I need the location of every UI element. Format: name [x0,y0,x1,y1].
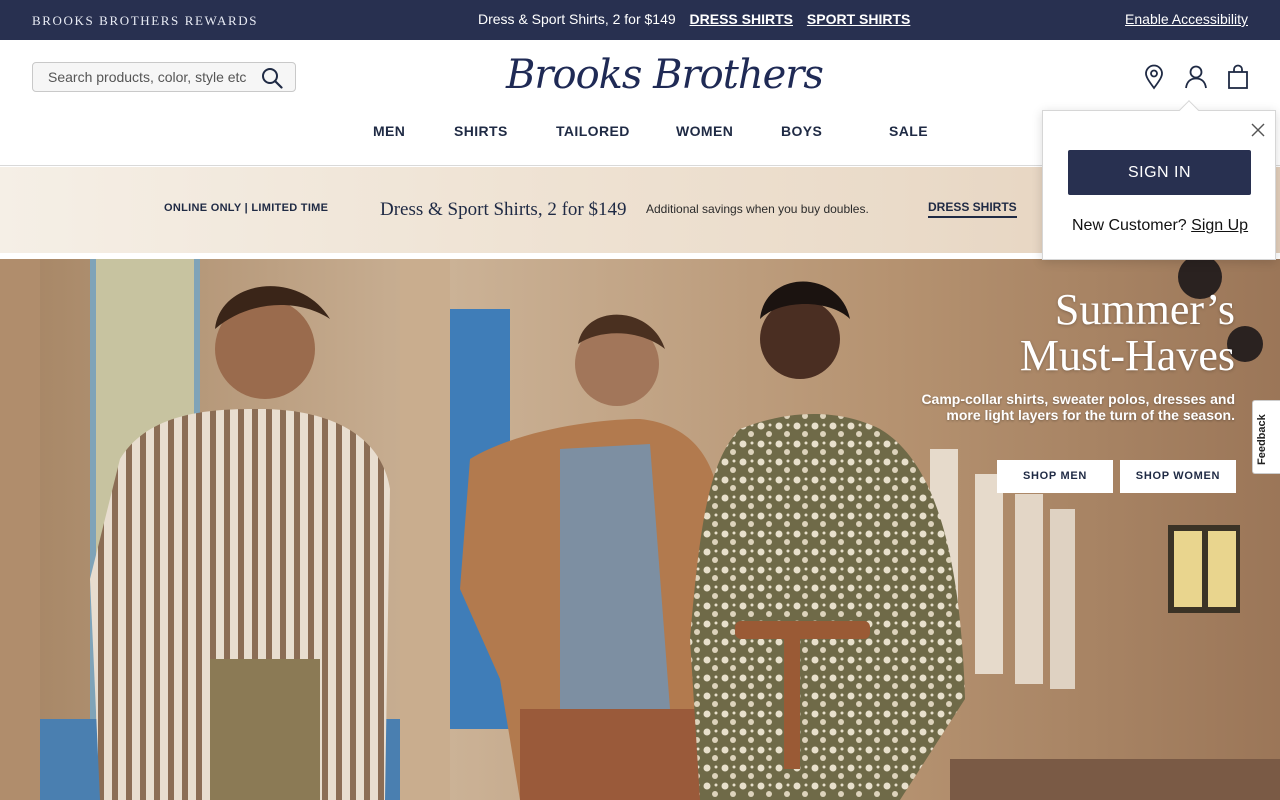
feedback-label: Feedback [1256,414,1268,465]
nav-sale[interactable]: SALE [889,123,939,139]
top-promo-bar: BROOKS BROTHERS REWARDS Dress & Sport Sh… [0,0,1280,40]
top-sport-shirts-link[interactable]: SPORT SHIRTS [807,11,910,27]
top-dress-shirts-link[interactable]: DRESS SHIRTS [690,11,793,27]
nav-men[interactable]: MEN [373,123,454,139]
rewards-link[interactable]: BROOKS BROTHERS REWARDS [32,13,258,29]
search-icon[interactable] [261,67,283,89]
promo-subtext: Additional savings when you buy doubles. [646,202,869,216]
feedback-tab[interactable]: Feedback [1252,400,1280,474]
promo-eyebrow: ONLINE ONLY | LIMITED TIME [164,202,329,214]
hero-banner[interactable]: Summer’s Must-Haves Camp-collar shirts, … [0,259,1280,800]
new-customer-text: New Customer? Sign Up [1072,217,1248,235]
header-icons [1142,64,1250,90]
hero-copy: Summer’s Must-Haves Camp-collar shirts, … [905,287,1235,424]
top-promo-text: Dress & Sport Shirts, 2 for $149 [478,11,676,27]
main-navigation: MEN SHIRTS TAILORED WOMEN BOYS SALE [373,123,939,139]
location-pin-icon[interactable] [1142,64,1166,90]
signin-popover: SIGN IN New Customer? Sign Up [1042,100,1276,260]
nav-tailored[interactable]: TAILORED [556,123,676,139]
nav-boys[interactable]: BOYS [781,123,889,139]
sign-up-link[interactable]: Sign Up [1191,217,1248,234]
nav-shirts[interactable]: SHIRTS [454,123,556,139]
brooks-brothers-logo[interactable]: Brooks Brothers [506,52,824,104]
shopping-bag-icon[interactable] [1226,64,1250,90]
hero-title-line-1: Summer’s [1054,285,1235,334]
search-box [32,62,296,92]
hero-title: Summer’s Must-Haves [905,287,1235,379]
top-promo: Dress & Sport Shirts, 2 for $149 DRESS S… [478,11,910,27]
sign-in-button[interactable]: SIGN IN [1068,150,1251,195]
account-icon[interactable] [1184,64,1208,90]
new-customer-label: New Customer? [1072,217,1187,234]
hero-buttons: SHOP MEN SHOP WOMEN [997,460,1236,493]
search-input[interactable] [33,63,261,91]
promo-headline: Dress & Sport Shirts, 2 for $149 [380,199,627,220]
close-icon[interactable] [1251,123,1265,137]
promo-dress-shirts-link[interactable]: DRESS SHIRTS [928,200,1017,218]
nav-women[interactable]: WOMEN [676,123,781,139]
hero-description: Camp-collar shirts, sweater polos, dress… [921,391,1235,423]
enable-accessibility-link[interactable]: Enable Accessibility [1125,11,1248,27]
shop-women-button[interactable]: SHOP WOMEN [1120,460,1236,493]
hero-title-line-2: Must-Haves [1019,331,1235,380]
shop-men-button[interactable]: SHOP MEN [997,460,1113,493]
